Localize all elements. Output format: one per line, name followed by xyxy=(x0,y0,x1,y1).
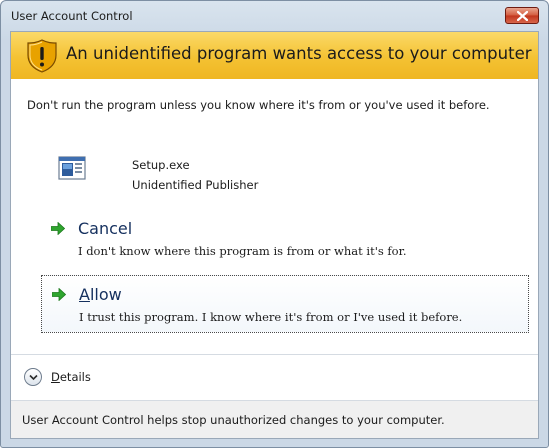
program-icon xyxy=(58,156,86,180)
allow-option-title: Allow xyxy=(79,285,122,304)
footer-divider xyxy=(11,400,538,401)
shield-warning-icon xyxy=(27,39,57,73)
close-icon xyxy=(517,11,528,21)
warning-banner: An unidentified program wants access to … xyxy=(11,32,538,79)
warning-message: Don't run the program unless you know wh… xyxy=(27,98,490,112)
green-arrow-icon xyxy=(52,288,66,301)
allow-option-description: I trust this program. I know where it's … xyxy=(79,310,463,324)
title-bar[interactable]: User Account Control xyxy=(1,1,548,31)
cancel-option-button[interactable]: Cancel I don't know where this program i… xyxy=(41,210,529,268)
banner-heading: An unidentified program wants access to … xyxy=(66,44,532,63)
program-publisher: Unidentified Publisher xyxy=(132,178,259,192)
footer: User Account Control helps stop unauthor… xyxy=(11,400,538,438)
divider xyxy=(11,354,538,355)
green-arrow-icon xyxy=(51,222,65,235)
details-expand-button[interactable] xyxy=(24,368,42,386)
details-label: Details xyxy=(51,370,91,384)
cancel-option-description: I don't know where this program is from … xyxy=(78,244,407,258)
cancel-option-title: Cancel xyxy=(78,219,133,238)
window-title: User Account Control xyxy=(11,9,133,23)
dialog-content: An unidentified program wants access to … xyxy=(10,31,539,439)
close-button[interactable] xyxy=(505,7,539,24)
program-name: Setup.exe xyxy=(132,158,190,172)
uac-dialog: User Account Control An unidentified pro… xyxy=(0,0,549,448)
allow-option-button[interactable]: Allow I trust this program. I know where… xyxy=(41,275,529,333)
chevron-down-icon xyxy=(29,374,38,381)
footer-text: User Account Control helps stop unauthor… xyxy=(22,413,445,427)
